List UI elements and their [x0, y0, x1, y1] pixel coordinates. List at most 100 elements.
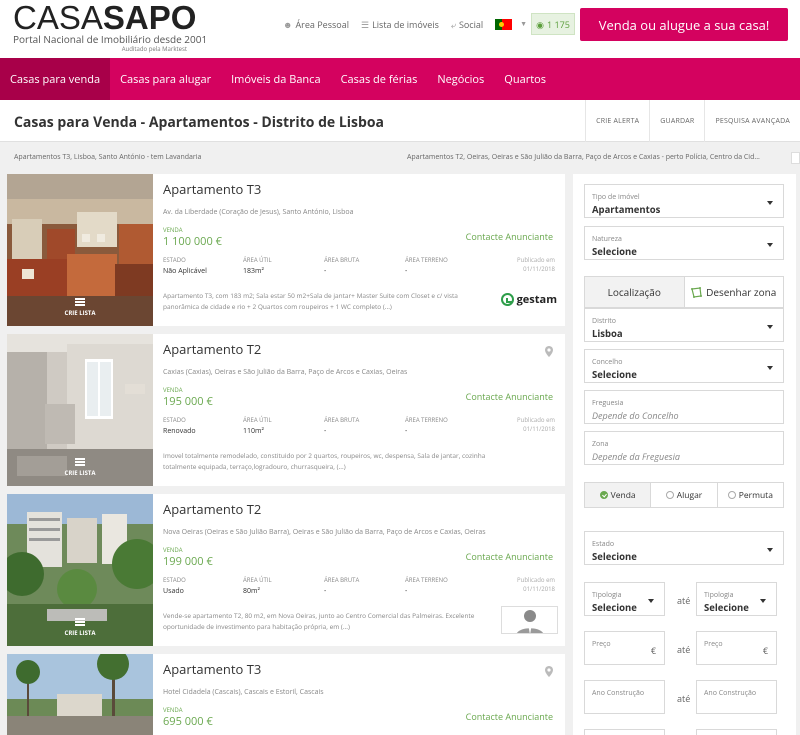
- chevron-down-icon: [767, 325, 773, 329]
- concelho-select[interactable]: Concelho Selecione: [584, 349, 784, 383]
- nav-imoveis-banca[interactable]: Imóveis da Banca: [221, 58, 330, 100]
- contact-advertiser-link[interactable]: Contacte Anunciante: [466, 550, 553, 563]
- agent-avatar[interactable]: [501, 606, 558, 634]
- tipo-imovel-select[interactable]: Tipo de imóvel Apartamentos: [584, 184, 784, 218]
- tipologia-max-select[interactable]: Tipologia Selecione: [696, 582, 777, 616]
- area-terreno-header: ÁREA TERRENO: [405, 576, 448, 584]
- map-pin-icon[interactable]: [545, 666, 553, 677]
- listing-address: Hotel Cidadela (Cascais), Cascais e Esto…: [163, 688, 324, 697]
- contact-advertiser-link[interactable]: Contacte Anunciante: [466, 230, 553, 243]
- area-util-header: ÁREA ÚTIL: [243, 416, 272, 424]
- sell-rent-cta-button[interactable]: Venda ou alugue a sua casa!: [580, 8, 788, 41]
- lista-imoveis-link[interactable]: ☰ Lista de imóveis: [361, 18, 439, 31]
- zona-select[interactable]: Zona Depende da Freguesia: [584, 431, 784, 465]
- estado-select[interactable]: Estado Selecione: [584, 531, 784, 565]
- crie-lista-label[interactable]: CRIE LISTA: [7, 469, 153, 477]
- contact-advertiser-link[interactable]: Contacte Anunciante: [466, 710, 553, 723]
- next-filter-min[interactable]: [584, 729, 665, 735]
- distrito-select[interactable]: Distrito Lisboa: [584, 308, 784, 342]
- ano-max-input[interactable]: Ano Construção: [696, 680, 777, 714]
- radio-venda[interactable]: Venda: [585, 483, 652, 507]
- chevron-down-icon: [767, 243, 773, 247]
- freguesia-select[interactable]: Freguesia Depende do Concelho: [584, 390, 784, 424]
- nav-casas-venda[interactable]: Casas para venda: [0, 58, 111, 100]
- user-icon: ☻: [283, 18, 293, 31]
- estado-label: Estado: [592, 540, 615, 549]
- logo-part1: CASA: [13, 0, 103, 36]
- tipologia-min-value: Selecione: [592, 601, 637, 614]
- preco-max-input[interactable]: Preço €: [696, 631, 777, 665]
- listing-card[interactable]: CRIE LISTA Apartamento T2 Nova Oeiras (O…: [7, 494, 565, 646]
- listing-deal-type: VENDA: [163, 386, 183, 394]
- listing-title[interactable]: Apartamento T2: [163, 500, 261, 518]
- published-date: 01/11/2018: [523, 265, 555, 273]
- tipologia-min-select[interactable]: Tipologia Selecione: [584, 582, 665, 616]
- listing-photo[interactable]: CRIE LISTA: [7, 174, 153, 326]
- area-pessoal-link[interactable]: ☻ Área Pessoal: [283, 18, 349, 31]
- radio-alugar[interactable]: Alugar: [651, 483, 718, 507]
- pesquisa-avancada-button[interactable]: PESQUISA AVANÇADA: [704, 100, 800, 142]
- listing-card[interactable]: CRIE LISTA Apartamento T2 Caxias (Caxias…: [7, 334, 565, 486]
- estado-header: ESTADO: [163, 576, 186, 584]
- preco-min-input[interactable]: Preço €: [584, 631, 665, 665]
- listing-card[interactable]: Apartamento T3 Hotel Cidadela (Cascais),…: [7, 654, 565, 735]
- casasapo-logo[interactable]: CASASAPO Portal Nacional de Imobiliário …: [13, 0, 208, 53]
- listing-description: Vende-se apartamento T2, 80 m2, em Nova …: [163, 611, 475, 631]
- listing-photo[interactable]: CRIE LISTA: [7, 334, 153, 486]
- listing-photo[interactable]: CRIE LISTA: [7, 494, 153, 646]
- preco-max-label: Preço: [704, 640, 723, 649]
- listing-description: Apartamento T3, com 183 m2; Sala estar 5…: [163, 291, 458, 311]
- estado-value: Usado: [163, 587, 184, 596]
- tab-localizacao[interactable]: Localização: [585, 277, 685, 307]
- ate-label: até: [677, 692, 691, 705]
- guardar-button[interactable]: GUARDAR: [649, 100, 704, 142]
- listing-card[interactable]: CRIE LISTA Apartamento T3 Av. da Liberda…: [7, 174, 565, 326]
- ate-label: até: [677, 643, 691, 656]
- published-label: Publicado em: [517, 576, 555, 584]
- listing-photo[interactable]: [7, 654, 153, 735]
- published-date: 01/11/2018: [523, 585, 555, 593]
- crie-alerta-button[interactable]: CRIE ALERTA: [585, 100, 649, 142]
- ano-min-input[interactable]: Ano Construção: [584, 680, 665, 714]
- social-label: Social: [458, 18, 484, 31]
- listing-title[interactable]: Apartamento T3: [163, 180, 261, 198]
- nav-casas-alugar[interactable]: Casas para alugar: [110, 58, 221, 100]
- views-counter: ◉ 1 175: [531, 13, 575, 35]
- concelho-value: Selecione: [592, 368, 637, 381]
- next-filter-max[interactable]: [696, 729, 777, 735]
- nav-negocios[interactable]: Negócios: [427, 58, 494, 100]
- list-icon: [75, 298, 85, 306]
- related-search-left[interactable]: Apartamentos T3, Lisboa, Santo António -…: [14, 153, 201, 162]
- listing-address: Nova Oeiras (Oeiras e São Julião Barra),…: [163, 528, 486, 537]
- related-search-right[interactable]: Apartamentos T2, Oeiras, Oeiras e São Ju…: [407, 153, 787, 162]
- radio-permuta[interactable]: Permuta: [718, 483, 783, 507]
- tipologia-min-label: Tipologia: [592, 591, 622, 600]
- nav-quartos[interactable]: Quartos: [494, 58, 556, 100]
- contact-advertiser-link[interactable]: Contacte Anunciante: [466, 390, 553, 403]
- title-bar: Casas para Venda - Apartamentos - Distri…: [0, 100, 800, 142]
- list-icon: [75, 618, 85, 626]
- deal-type-radios: Venda Alugar Permuta: [584, 482, 784, 508]
- tab-desenhar-zona[interactable]: Desenhar zona: [685, 277, 784, 307]
- crie-lista-label[interactable]: CRIE LISTA: [7, 629, 153, 637]
- chevron-down-icon: [767, 201, 773, 205]
- concelho-label: Concelho: [592, 358, 623, 367]
- natureza-select[interactable]: Natureza Selecione: [584, 226, 784, 260]
- logo-tagline: Portal Nacional de Imobiliário desde 200…: [13, 32, 208, 46]
- agency-logo[interactable]: gestam: [500, 292, 557, 307]
- crie-lista-label[interactable]: CRIE LISTA: [7, 309, 153, 317]
- preco-min-label: Preço: [592, 640, 611, 649]
- radio-venda-label: Venda: [610, 489, 636, 501]
- radio-alugar-label: Alugar: [676, 489, 703, 501]
- euro-symbol: €: [762, 644, 768, 657]
- nav-casas-ferias[interactable]: Casas de férias: [331, 58, 428, 100]
- area-util-header: ÁREA ÚTIL: [243, 256, 272, 264]
- listing-title[interactable]: Apartamento T2: [163, 340, 261, 358]
- scroll-next-button[interactable]: [791, 152, 800, 164]
- language-caret-icon[interactable]: ▼: [520, 20, 527, 29]
- listing-title[interactable]: Apartamento T3: [163, 660, 261, 678]
- portugal-flag-icon[interactable]: [495, 19, 513, 30]
- social-link[interactable]: ⤶ Social: [451, 18, 483, 31]
- area-bruta-header: ÁREA BRUTA: [324, 416, 360, 424]
- map-pin-icon[interactable]: [545, 346, 553, 357]
